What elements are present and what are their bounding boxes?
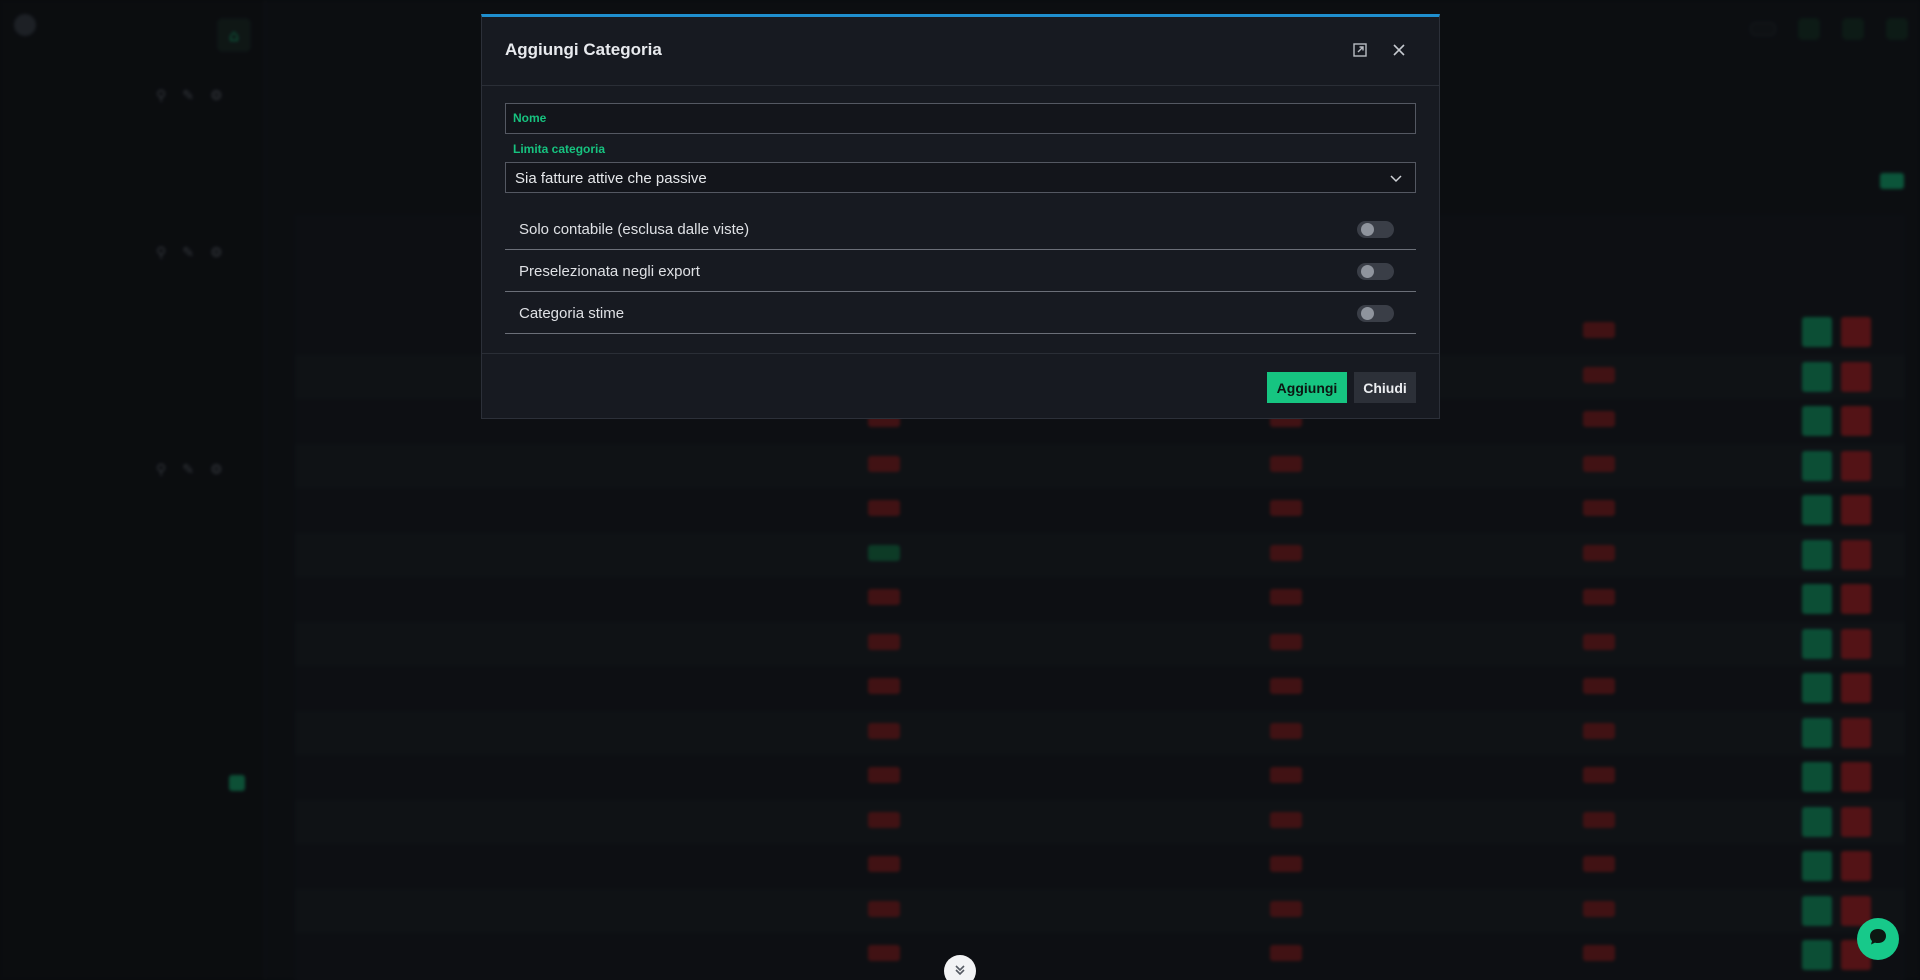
preselected-export-switch[interactable] [1357, 263, 1394, 280]
scroll-down-button[interactable] [944, 955, 976, 980]
add-category-modal: Aggiungi Categoria Nome Limita categoria… [481, 14, 1440, 419]
toggle-row-preselected-export: Preselezionata negli export [505, 250, 1416, 292]
toggle-label: Solo contabile (esclusa dalle viste) [519, 221, 750, 238]
chat-icon [1867, 926, 1889, 952]
toggle-label: Categoria stime [519, 305, 625, 322]
name-field[interactable]: Nome [505, 103, 1416, 134]
chat-button[interactable] [1857, 918, 1899, 960]
modal-title: Aggiungi Categoria [505, 40, 662, 59]
limit-category-label: Limita categoria [513, 142, 606, 156]
toggle-row-estimates-category: Categoria stime [505, 292, 1416, 334]
switch-knob [1361, 223, 1374, 236]
switch-knob [1361, 307, 1374, 320]
close-button[interactable]: Chiudi [1354, 372, 1416, 403]
switch-knob [1361, 265, 1374, 278]
modal-footer: Aggiungi Chiudi [482, 353, 1439, 422]
limit-category-value: Sia fatture attive che passive [515, 170, 707, 187]
chevron-down-icon [1389, 170, 1403, 189]
limit-category-select[interactable]: Sia fatture attive che passive [505, 162, 1416, 193]
toggle-row-accounting-only: Solo contabile (esclusa dalle viste) [505, 208, 1416, 250]
toggle-label: Preselezionata negli export [519, 263, 700, 280]
expand-icon[interactable] [1349, 39, 1371, 61]
close-icon[interactable] [1388, 39, 1410, 61]
estimates-category-switch[interactable] [1357, 305, 1394, 322]
accounting-only-switch[interactable] [1357, 221, 1394, 238]
name-input[interactable] [506, 104, 1415, 133]
modal-header: Aggiungi Categoria [482, 17, 1439, 86]
add-button[interactable]: Aggiungi [1267, 372, 1347, 403]
chevron-down-double-icon [953, 962, 967, 980]
